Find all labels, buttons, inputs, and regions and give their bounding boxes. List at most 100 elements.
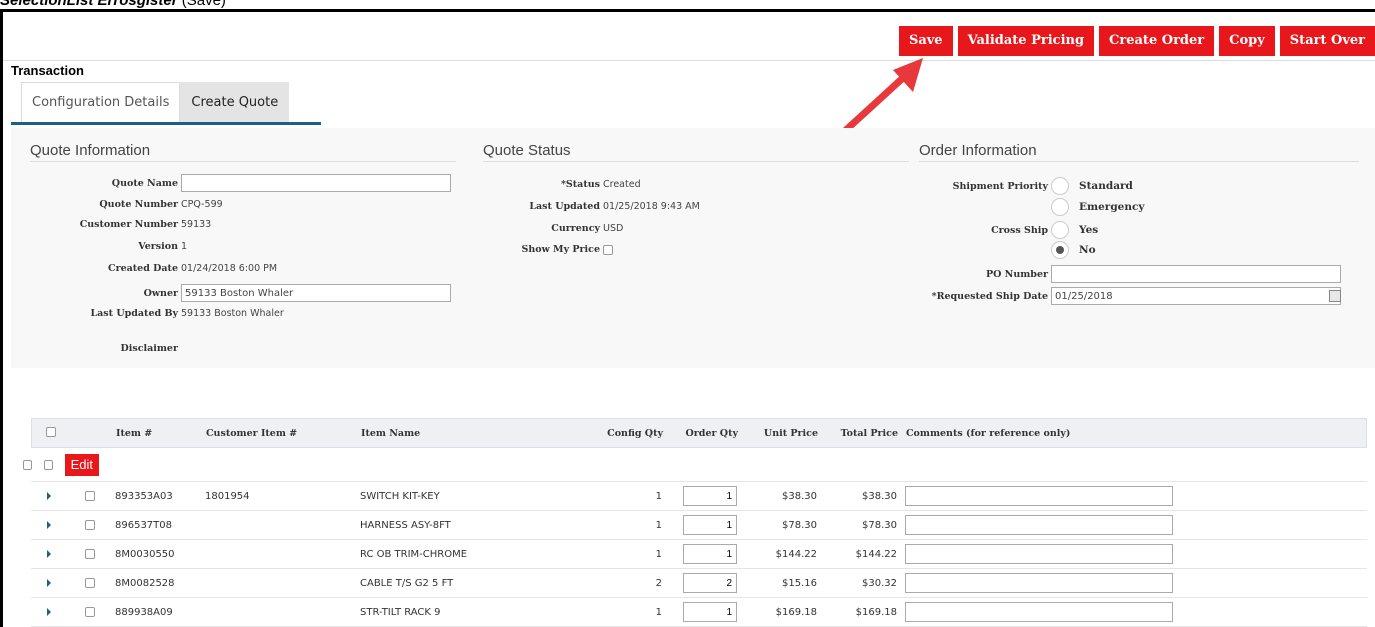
version-value: 1 — [181, 241, 188, 252]
item-number: 8M0082528 — [115, 577, 175, 589]
header-unit-price[interactable]: Unit Price — [742, 428, 822, 439]
comments-input[interactable] — [905, 602, 1173, 622]
comments-input[interactable] — [905, 573, 1173, 593]
unit-price: $78.30 — [782, 519, 817, 531]
comments-input[interactable] — [905, 544, 1173, 564]
expand-icon[interactable] — [47, 608, 51, 616]
tab-configuration-details[interactable]: Configuration Details — [21, 82, 181, 122]
caption-suffix: (Save) — [177, 0, 226, 9]
grid-group-row: Edit — [23, 448, 1367, 482]
create-order-button[interactable]: Create Order — [1099, 26, 1215, 56]
comments-input[interactable] — [905, 486, 1173, 506]
emergency-radio[interactable] — [1051, 198, 1069, 216]
created-date-label: Created Date — [108, 263, 178, 274]
customer-number-row: Customer Number 59133 — [11, 219, 212, 230]
header-item[interactable]: Item # — [112, 428, 202, 439]
show-price-checkbox[interactable] — [603, 244, 613, 255]
currency-row: Currency USD — [483, 223, 623, 234]
start-over-button[interactable]: Start Over — [1279, 26, 1375, 56]
expand-icon[interactable] — [47, 521, 51, 529]
quote-name-label: Quote Name — [111, 177, 178, 189]
header-comments[interactable]: Comments (for reference only) — [902, 428, 1182, 439]
currency-value: USD — [603, 223, 624, 234]
order-information-title: Order Information — [919, 142, 1359, 162]
emergency-label: Emergency — [1079, 201, 1145, 213]
table-row: 889938A09 STR-TILT RACK 9 1 $169.18 $169.18 — [31, 598, 1367, 627]
header-customer-item[interactable]: Customer Item # — [202, 428, 357, 439]
quote-name-input[interactable] — [181, 174, 451, 192]
row-checkbox[interactable] — [85, 578, 95, 588]
unit-price: $15.16 — [782, 577, 817, 589]
row-controls — [31, 578, 111, 588]
comments-cell — [901, 544, 1181, 564]
created-date-row: Created Date 01/24/2018 6:00 PM — [11, 263, 277, 274]
owner-input[interactable] — [181, 284, 451, 302]
validate-pricing-button[interactable]: Validate Pricing — [957, 26, 1095, 56]
po-number-input[interactable] — [1051, 265, 1341, 283]
order-qty-input[interactable] — [683, 486, 737, 506]
version-row: Version 1 — [11, 241, 187, 252]
row-checkbox[interactable] — [85, 549, 95, 559]
tab-create-quote[interactable]: Create Quote — [180, 82, 290, 122]
calendar-icon[interactable] — [1329, 290, 1341, 302]
order-qty-cell — [666, 544, 741, 564]
shipment-priority-row: Shipment Priority Standard — [919, 177, 1136, 195]
comments-input[interactable] — [905, 515, 1173, 535]
header-order-qty[interactable]: Order Qty — [667, 428, 742, 439]
po-number-row: PO Number — [919, 265, 1341, 283]
standard-radio[interactable] — [1051, 177, 1069, 195]
edit-button[interactable]: Edit — [64, 453, 99, 476]
item-name: HARNESS ASY-8FT — [360, 519, 451, 531]
config-qty: 1 — [655, 519, 662, 531]
tab-underline — [11, 122, 321, 125]
collapse-icon[interactable] — [23, 459, 32, 470]
tab-bar: Configuration Details Create Quote — [21, 82, 290, 122]
total-price: $78.30 — [862, 519, 897, 531]
item-number: 896537T08 — [115, 519, 173, 531]
quote-number-row: Quote Number CPQ-599 — [11, 199, 223, 210]
order-qty-input[interactable] — [683, 602, 737, 622]
requested-ship-date-row: *Requested Ship Date — [919, 287, 1341, 305]
order-qty-input[interactable] — [683, 515, 737, 535]
order-qty-cell — [666, 486, 741, 506]
owner-row: Owner — [11, 284, 451, 302]
yes-radio[interactable] — [1051, 221, 1069, 239]
status-value: Created — [603, 179, 641, 190]
show-price-row: Show My Price — [483, 244, 613, 255]
config-qty: 2 — [655, 577, 662, 589]
header-config-qty[interactable]: Config Qty — [567, 428, 667, 439]
requested-ship-date-input[interactable] — [1051, 287, 1341, 305]
order-qty-cell — [666, 573, 741, 593]
expand-icon[interactable] — [47, 579, 51, 587]
order-qty-input[interactable] — [683, 544, 737, 564]
last-updated-row: Last Updated 01/25/2018 9:43 AM — [483, 201, 700, 212]
toolbar-divider — [3, 60, 1375, 61]
header-item-name[interactable]: Item Name — [357, 428, 567, 439]
quote-number-label: Quote Number — [99, 199, 178, 210]
row-controls — [31, 549, 111, 559]
expand-icon[interactable] — [47, 550, 51, 558]
requested-ship-date-label: *Requested Ship Date — [931, 290, 1048, 302]
order-qty-input[interactable] — [683, 573, 737, 593]
customer-item-number: 1801954 — [205, 490, 250, 502]
no-radio[interactable] — [1051, 241, 1069, 259]
last-updated-by-row: Last Updated By 59133 Boston Whaler — [11, 308, 283, 319]
action-toolbar: Save Validate Pricing Create Order Copy … — [898, 26, 1375, 56]
transaction-title: Transaction — [11, 63, 84, 78]
copy-button[interactable]: Copy — [1219, 26, 1275, 56]
row-checkbox[interactable] — [85, 607, 95, 617]
unit-price: $169.18 — [775, 606, 817, 618]
select-all-checkbox[interactable] — [46, 426, 56, 437]
row-checkbox[interactable] — [85, 520, 95, 530]
row-checkbox[interactable] — [85, 491, 95, 501]
customer-number-value: 59133 — [181, 219, 212, 230]
quote-number-value: CPQ-599 — [181, 199, 223, 210]
group-checkbox[interactable] — [43, 459, 53, 470]
row-controls — [31, 491, 111, 501]
caption-title: SelectionList Errosgister — [0, 0, 178, 9]
expand-icon[interactable] — [47, 492, 51, 500]
header-total-price[interactable]: Total Price — [822, 428, 902, 439]
shipment-priority-label: Shipment Priority — [952, 180, 1048, 192]
total-price: $169.18 — [855, 606, 897, 618]
yes-label: Yes — [1079, 224, 1099, 236]
